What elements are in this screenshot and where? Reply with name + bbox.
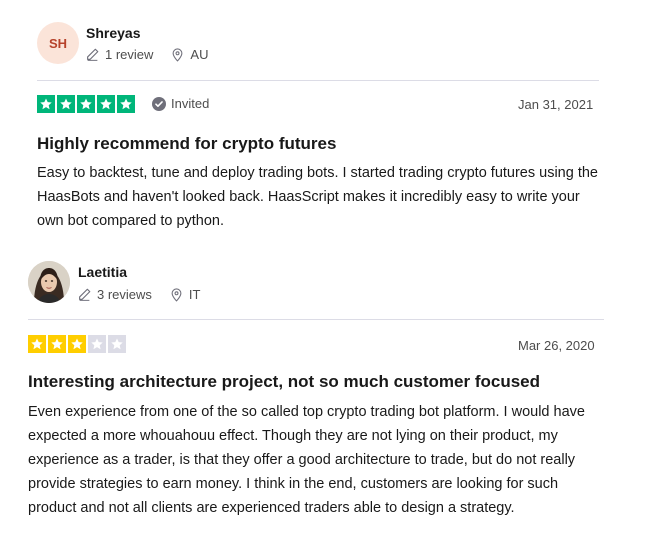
divider <box>37 80 599 81</box>
reviewer-meta: 3 reviews IT <box>78 287 218 302</box>
star-icon <box>97 95 115 113</box>
reviewer-name[interactable]: Laetitia <box>78 264 127 280</box>
review-count: 3 reviews <box>78 287 152 302</box>
reviewer-country: IT <box>170 287 201 302</box>
reviewer-avatar[interactable] <box>28 261 70 303</box>
star-icon <box>77 95 95 113</box>
reviewer-name[interactable]: Shreyas <box>86 25 140 41</box>
reviewer-meta: 1 review AU <box>86 47 226 62</box>
star-icon <box>37 95 55 113</box>
location-pin-icon <box>173 47 183 62</box>
review-card: Laetitia 3 reviews IT Mar 26, 2020 Inter… <box>0 250 664 555</box>
star-icon <box>48 335 66 353</box>
review-count: 1 review <box>86 47 153 62</box>
review-title[interactable]: Interesting architecture project, not so… <box>28 372 540 392</box>
reviewer-avatar[interactable]: SH <box>37 22 79 64</box>
star-rating <box>37 95 137 113</box>
star-icon <box>88 335 106 353</box>
review-count-text: 1 review <box>105 47 154 62</box>
reviewer-country: AU <box>171 47 208 62</box>
pencil-icon <box>87 48 99 61</box>
review-date: Jan 31, 2021 <box>518 97 594 112</box>
avatar-initials: SH <box>48 35 68 51</box>
divider <box>28 319 604 320</box>
country-code: IT <box>188 287 201 302</box>
star-rating <box>28 335 128 353</box>
location-pin-icon <box>171 287 182 302</box>
country-code: AU <box>190 47 209 62</box>
profile-photo-icon <box>28 261 70 303</box>
review-body: Easy to backtest, tune and deploy tradin… <box>37 165 598 229</box>
invited-label: Invited <box>171 96 210 111</box>
star-icon <box>57 95 75 113</box>
invited-badge: Invited <box>152 96 209 111</box>
review-card: SH Shreyas 1 review AU Invited Jan 31, 2… <box>0 0 664 240</box>
star-icon <box>28 335 46 353</box>
star-icon <box>117 95 135 113</box>
review-count-text: 3 reviews <box>97 287 152 302</box>
review-title[interactable]: Highly recommend for crypto futures <box>37 134 336 154</box>
check-circle-icon <box>152 96 166 111</box>
review-date: Mar 26, 2020 <box>518 338 595 353</box>
pencil-icon <box>79 288 91 301</box>
star-icon <box>68 335 86 353</box>
review-body: Even experience from one of the so calle… <box>28 404 585 516</box>
star-icon <box>108 335 126 353</box>
